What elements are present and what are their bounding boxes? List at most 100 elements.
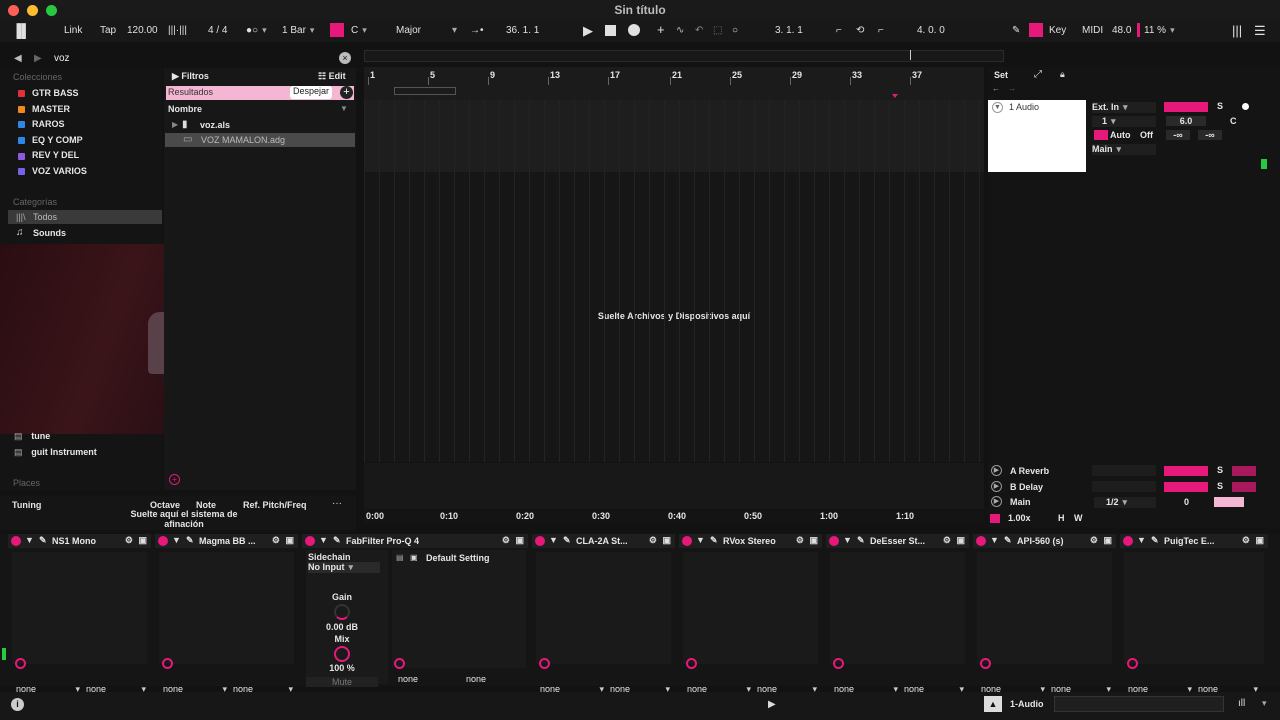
return-io-slot[interactable] (1092, 481, 1156, 492)
device-edit-icon[interactable]: ✎ (39, 535, 47, 546)
device-header[interactable]: ▼ ✎ API-560 (s) ⚙ ▣ (973, 534, 1116, 548)
collection-item[interactable]: REV Y DEL (18, 150, 79, 160)
device-header[interactable]: ▼ ✎ FabFilter Pro-Q 4 ⚙ ▣ (302, 534, 528, 548)
macro-ring[interactable] (162, 658, 173, 669)
volume-field[interactable]: 6.0 (1166, 116, 1206, 126)
width-button[interactable]: W (1074, 513, 1083, 523)
lock-icon[interactable]: 🔒︎ (1060, 69, 1065, 80)
loop-start-field[interactable]: 3. 1. 1 (775, 25, 803, 36)
capture-icon[interactable]: ⬚ (713, 25, 722, 36)
main-track-row[interactable]: ▶ Main 1/2 0 (988, 494, 1280, 510)
arm-record-icon[interactable] (1242, 103, 1249, 110)
more-icon[interactable]: ··· (332, 498, 342, 509)
device-fold-icon[interactable]: ▼ (843, 535, 852, 545)
arrow-left-icon[interactable]: ← (992, 84, 1000, 93)
tuning-drop-hint[interactable]: Suelte aquí el sistema de afinación (124, 509, 244, 529)
device[interactable]: ▼ ✎ RVox Stereo ⚙ ▣ none ▾ none ▾ (679, 534, 822, 694)
macro-ring[interactable] (686, 658, 697, 669)
forward-arrow-icon[interactable]: ▶ (34, 53, 42, 64)
return-send-slider[interactable] (1232, 482, 1256, 492)
device-save-icon[interactable]: ▣ (138, 535, 147, 546)
preset-save-icon[interactable]: ▣ (410, 553, 418, 562)
edit-button[interactable]: ☷ Edit (318, 71, 346, 82)
collection-item[interactable]: VOZ VARIOS (18, 166, 87, 176)
device-power-icon[interactable] (11, 536, 21, 546)
cue-out-select[interactable]: 1/2 (1094, 497, 1156, 508)
draw-mode-icon[interactable]: ✎ (1012, 25, 1020, 36)
device-wrench-icon[interactable]: ⚙ (649, 535, 657, 546)
track-fold-icon[interactable]: ▶ (991, 496, 1002, 507)
link-button[interactable]: Link (64, 25, 82, 36)
filters-toggle[interactable]: ▶ Filtros (172, 71, 209, 82)
bar-ruler[interactable]: 1 5 9 13 17 21 25 29 33 37 (364, 67, 984, 85)
macro-ring[interactable] (1127, 658, 1138, 669)
device-edit-icon[interactable]: ✎ (857, 535, 865, 546)
track-selector-icon[interactable]: ▲ (984, 696, 1002, 712)
solo-button[interactable]: S (1217, 101, 1223, 111)
meter-field[interactable]: 4 / 4 (208, 25, 227, 36)
expand-icon[interactable]: ⤢ (1034, 69, 1042, 80)
device-header[interactable]: ▼ ✎ PuigTec E... ⚙ ▣ (1120, 534, 1268, 548)
device-chooser-right[interactable]: none (466, 674, 486, 684)
overview-bar[interactable] (364, 50, 1004, 62)
spectrum-icon[interactable]: ıll (1238, 698, 1245, 709)
device-fold-icon[interactable]: ▼ (990, 535, 999, 545)
category-sounds[interactable]: ♫ Sounds (8, 226, 162, 240)
device-fold-icon[interactable]: ▼ (1137, 535, 1146, 545)
device-edit-icon[interactable]: ✎ (333, 535, 341, 546)
result-row[interactable]: ▶ ▮ voz.als (164, 118, 356, 132)
sort-icon[interactable]: ▼ (340, 104, 348, 113)
collection-item[interactable]: MASTER (18, 104, 70, 114)
device-save-icon[interactable]: ▣ (662, 535, 671, 546)
scale-select[interactable]: Major (396, 25, 421, 36)
result-row[interactable]: ▭ VOZ MAMALON.adg (165, 133, 355, 147)
macro-ring[interactable] (980, 658, 991, 669)
preset-folder-icon[interactable]: ▤ (396, 553, 404, 562)
session-record-icon[interactable]: ○ (732, 25, 738, 36)
device-power-icon[interactable] (158, 536, 168, 546)
mute-button[interactable]: Mute (306, 677, 378, 687)
height-button[interactable]: H (1058, 513, 1065, 523)
status-chevron-icon[interactable]: ▾ (1262, 698, 1267, 709)
device-fold-icon[interactable]: ▼ (696, 535, 705, 545)
collection-item[interactable]: EQ Y COMP (18, 135, 83, 145)
device-power-icon[interactable] (535, 536, 545, 546)
tap-button[interactable]: Tap (100, 25, 116, 36)
key-map-button[interactable] (1029, 23, 1043, 37)
clear-search-icon[interactable]: × (339, 52, 351, 64)
pan-field[interactable]: C (1230, 116, 1237, 126)
main-value[interactable]: 0 (1184, 497, 1189, 507)
main-volume-slider[interactable] (1214, 497, 1244, 507)
monitor-off-button[interactable]: Off (1140, 130, 1153, 140)
device-header[interactable]: ▼ ✎ DeEsser St... ⚙ ▣ (826, 534, 969, 548)
device-wrench-icon[interactable]: ⚙ (796, 535, 804, 546)
midi-map-label[interactable]: MIDI (1082, 25, 1103, 36)
nudge-icon[interactable]: |||·||| (168, 25, 187, 36)
send-b-field[interactable]: -∞ (1198, 130, 1222, 140)
device-save-icon[interactable]: ▣ (1103, 535, 1112, 546)
return-solo-button[interactable]: S (1217, 465, 1223, 475)
song-position-field[interactable]: 36. 1. 1 (506, 25, 539, 36)
browser-toggle-icon[interactable]: ▐▌ (12, 23, 30, 38)
menu-icon[interactable]: ☰ (1254, 23, 1266, 39)
device-power-icon[interactable] (976, 536, 986, 546)
name-column-header[interactable]: Nombre (168, 104, 202, 114)
macro-ring[interactable] (15, 658, 26, 669)
expand-icon[interactable]: ▶ (172, 120, 178, 129)
track-fold-icon[interactable]: ▶ (991, 465, 1002, 476)
track-zoom[interactable]: 1.00x (1008, 513, 1031, 523)
clip-overview[interactable] (1054, 696, 1224, 712)
device-header[interactable]: ▼ ✎ NS1 Mono ⚙ ▣ (8, 534, 151, 548)
macro-ring[interactable] (833, 658, 844, 669)
automation-arm-icon[interactable]: ∿ (676, 25, 684, 36)
device-power-icon[interactable] (305, 536, 315, 546)
send-a-field[interactable]: -∞ (1166, 130, 1190, 140)
follow-icon[interactable]: →• (470, 25, 484, 36)
device[interactable]: ▼ ✎ NS1 Mono ⚙ ▣ none ▾ none ▾ (8, 534, 151, 694)
collection-item[interactable]: RAROS (18, 119, 65, 129)
play-icon[interactable]: ▶ (583, 23, 593, 39)
device[interactable]: ▼ ✎ API-560 (s) ⚙ ▣ none ▾ none ▾ (973, 534, 1116, 694)
device-fold-icon[interactable]: ▼ (319, 535, 328, 545)
return-solo-button[interactable]: S (1217, 481, 1223, 491)
category-todos[interactable]: |||\ Todos (8, 210, 162, 224)
